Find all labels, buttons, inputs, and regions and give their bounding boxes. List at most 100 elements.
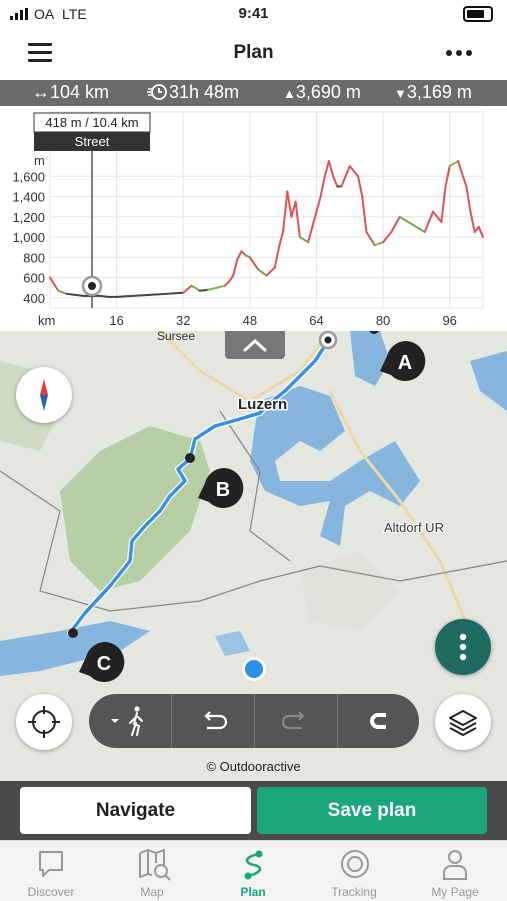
distance-stat: ↔104 km xyxy=(32,82,109,103)
tab-discover[interactable]: Discover xyxy=(1,841,101,901)
position-cursor-handle[interactable] xyxy=(83,277,101,295)
compass-icon xyxy=(16,367,72,423)
planning-toolbar xyxy=(89,694,419,748)
elevation-segment xyxy=(316,197,320,212)
battery-icon xyxy=(463,6,493,22)
elevation-segment xyxy=(267,267,275,275)
elevation-segment xyxy=(296,202,300,237)
crosshair-icon xyxy=(16,694,72,750)
lake-ageri xyxy=(470,351,507,411)
elevation-segment xyxy=(300,237,308,242)
save-plan-button[interactable]: Save plan xyxy=(257,787,487,834)
elevation-segment xyxy=(366,232,374,245)
elevation-chart[interactable]: 1,6001,4001,2001,000800600400 1632486480… xyxy=(0,106,507,331)
map-layers-button[interactable] xyxy=(435,694,491,750)
tab-tracking[interactable]: Tracking xyxy=(304,841,404,901)
locate-me-button[interactable] xyxy=(16,694,72,750)
elevation-segment xyxy=(408,222,416,227)
y-axis-unit: m xyxy=(34,153,45,168)
redo-icon xyxy=(255,694,337,748)
lake-small xyxy=(215,631,250,656)
elevation-segment xyxy=(450,161,458,166)
status-time: 9:41 xyxy=(0,5,507,22)
tab-discover-label: Discover xyxy=(1,885,101,899)
tab-plan[interactable]: Plan xyxy=(203,841,303,901)
tab-map[interactable]: Map xyxy=(102,841,202,901)
tooltip-surface: Street xyxy=(75,134,110,149)
action-bar: Navigate Save plan xyxy=(0,781,507,840)
x-tick-label: 16 xyxy=(109,313,123,328)
y-tick-label: 600 xyxy=(23,271,45,286)
app-header: Plan xyxy=(0,30,507,78)
magnet-snap-button[interactable] xyxy=(338,694,420,748)
collapse-elevation-button[interactable] xyxy=(225,331,285,359)
elevation-segment xyxy=(333,176,337,186)
hiking-icon xyxy=(89,694,171,748)
layers-icon xyxy=(435,694,491,750)
elevation-segment xyxy=(233,259,237,275)
forest-area xyxy=(60,426,210,591)
more-options-icon[interactable] xyxy=(446,50,474,58)
elevation-profile-svg[interactable]: 1,6001,4001,2001,000800600400 1632486480… xyxy=(0,106,507,331)
place-label-sursee: Sursee xyxy=(157,331,195,343)
x-axis-unit: km xyxy=(38,313,55,328)
elevation-segment xyxy=(208,288,216,290)
waypoint-b-dot[interactable] xyxy=(185,453,195,463)
duration-stat: 31h 48m xyxy=(147,82,239,103)
elevation-segment xyxy=(350,166,358,176)
redo-button[interactable] xyxy=(255,694,337,748)
map-search-icon xyxy=(138,849,172,881)
elevation-segment xyxy=(133,295,150,296)
status-bar: OA LTE 9:41 xyxy=(0,0,507,30)
marker-a[interactable]: A xyxy=(380,341,425,381)
vertical-dots-icon xyxy=(435,619,491,675)
tracking-icon xyxy=(340,849,372,881)
ascent-stat: ▲3,690 m xyxy=(283,82,361,103)
x-tick-label: 64 xyxy=(309,313,323,328)
elevation-segment xyxy=(400,217,408,222)
distance-icon: ↔ xyxy=(32,82,50,102)
elevation-segment xyxy=(416,227,424,232)
y-tick-label: 1,600 xyxy=(12,169,45,184)
distance-value: 104 km xyxy=(50,82,109,102)
current-location-dot xyxy=(245,660,263,678)
navigate-button[interactable]: Navigate xyxy=(20,787,251,834)
elevation-segment xyxy=(308,227,312,242)
elevation-segment xyxy=(75,295,83,296)
elevation-segment xyxy=(192,286,200,291)
plan-route-icon xyxy=(239,849,269,881)
page-title: Plan xyxy=(0,42,507,64)
x-tick-label: 80 xyxy=(376,313,390,328)
route-stats-bar: ↔104 km 31h 48m ▲3,690 m ▼3,169 m xyxy=(0,80,507,106)
duration-value: 31h 48m xyxy=(169,82,239,102)
undo-button[interactable] xyxy=(172,694,254,748)
y-tick-label: 1,000 xyxy=(12,230,45,245)
elevation-segment xyxy=(358,176,362,196)
tooltip-value: 418 m / 10.4 km xyxy=(45,115,138,130)
place-label-luzern: Luzern xyxy=(238,396,287,413)
elevation-segment xyxy=(175,293,183,294)
more-actions-fab[interactable] xyxy=(435,619,491,675)
marker-a-label: A xyxy=(398,352,412,374)
elevation-segment xyxy=(117,296,134,297)
compass-button[interactable] xyxy=(16,367,72,423)
elevation-segment xyxy=(321,176,325,196)
elevation-segment xyxy=(425,212,433,232)
elevation-segment xyxy=(279,231,283,247)
x-tick-label: 96 xyxy=(442,313,456,328)
routing-mode-button[interactable] xyxy=(89,694,171,748)
elevation-segment xyxy=(325,161,329,176)
tab-my-page[interactable]: My Page xyxy=(405,841,505,901)
marker-b-label: B xyxy=(216,479,230,501)
tab-my-page-label: My Page xyxy=(405,885,505,899)
elevation-segment xyxy=(217,286,225,288)
discover-icon xyxy=(37,849,65,879)
waypoint-c-dot[interactable] xyxy=(68,628,78,638)
elevation-segment xyxy=(258,269,266,275)
y-tick-label: 1,200 xyxy=(12,210,45,225)
chevron-up-icon xyxy=(225,331,285,359)
bottom-tab-bar: Discover Map Plan Tracking My Page xyxy=(0,840,507,901)
y-tick-label: 1,400 xyxy=(12,190,45,205)
elevation-segment xyxy=(391,217,399,232)
ascent-value: 3,690 m xyxy=(296,82,361,102)
